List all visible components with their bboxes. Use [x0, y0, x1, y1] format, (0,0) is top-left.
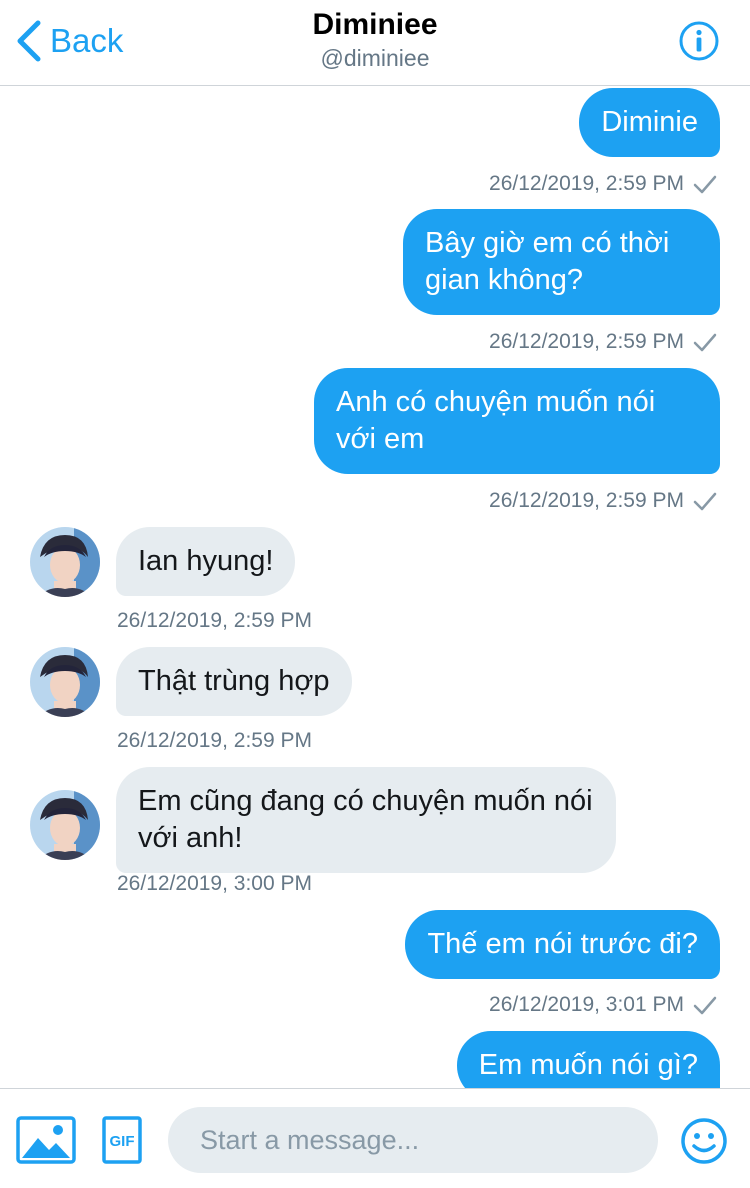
- conversation-header: Back Diminiee @diminiee: [0, 0, 750, 86]
- outgoing-message-bubble[interactable]: Bây giờ em có thời gian không?: [403, 209, 720, 315]
- avatar-photo: [30, 527, 100, 597]
- gif-icon[interactable]: GIF: [102, 1116, 142, 1164]
- message-timestamp: 26/12/2019, 2:59 PM: [117, 729, 312, 752]
- outgoing-message-bubble[interactable]: Em muốn nói gì?: [456, 1031, 720, 1088]
- checkmark-icon: [693, 492, 717, 511]
- checkmark-icon: [693, 333, 717, 352]
- checkmark-icon: [693, 996, 717, 1015]
- avatar-photo: [30, 790, 100, 860]
- message-timestamp: 26/12/2019, 2:59 PM: [117, 609, 312, 632]
- conversation-title: Diminiee: [312, 8, 438, 41]
- message-text: Ian hyung!: [138, 545, 274, 577]
- message-timestamp: 26/12/2019, 2:59 PM: [489, 488, 718, 514]
- incoming-message-bubble[interactable]: Ian hyung!: [116, 527, 296, 596]
- avatar[interactable]: [30, 527, 100, 597]
- outgoing-message-bubble[interactable]: Diminie: [579, 88, 720, 157]
- message-timestamp: 26/12/2019, 2:59 PM: [489, 329, 718, 355]
- emoji-icon[interactable]: [680, 1117, 728, 1165]
- message-input[interactable]: [168, 1107, 658, 1173]
- message-text: Anh có chuyện muốn nói với em: [336, 386, 656, 455]
- message-timestamp: 26/12/2019, 3:01 PM: [489, 992, 718, 1018]
- checkmark-icon: [693, 175, 717, 194]
- incoming-message-bubble[interactable]: Em cũng đang có chuyện muốn nói với anh!: [116, 767, 616, 873]
- outgoing-message-bubble[interactable]: Anh có chuyện muốn nói với em: [314, 368, 720, 474]
- message-text: Diminie: [601, 106, 698, 138]
- message-timestamp: 26/12/2019, 2:59 PM: [489, 171, 718, 197]
- image-icon[interactable]: [16, 1116, 76, 1164]
- conversation-handle: @diminiee: [320, 45, 430, 71]
- message-text: Thế em nói trước đi?: [427, 928, 698, 960]
- incoming-message-bubble[interactable]: Thật trùng hợp: [116, 647, 352, 716]
- info-icon[interactable]: [678, 20, 720, 62]
- avatar-photo: [30, 647, 100, 717]
- message-text: Em muốn nói gì?: [478, 1049, 698, 1081]
- message-text: Thật trùng hợp: [138, 665, 330, 697]
- message-list[interactable]: Diminie 26/12/2019, 2:59 PM Bây giờ em c…: [0, 86, 750, 1088]
- outgoing-message-bubble[interactable]: Thế em nói trước đi?: [405, 910, 720, 979]
- avatar[interactable]: [30, 790, 100, 860]
- message-text: Em cũng đang có chuyện muốn nói với anh!: [138, 785, 593, 854]
- gif-label: GIF: [110, 1133, 135, 1150]
- message-text: Bây giờ em có thời gian không?: [425, 227, 670, 296]
- message-composer: GIF: [0, 1088, 750, 1188]
- message-timestamp: 26/12/2019, 3:00 PM: [117, 872, 312, 895]
- conversation-title-block: Diminiee @diminiee: [0, 6, 750, 72]
- avatar[interactable]: [30, 647, 100, 717]
